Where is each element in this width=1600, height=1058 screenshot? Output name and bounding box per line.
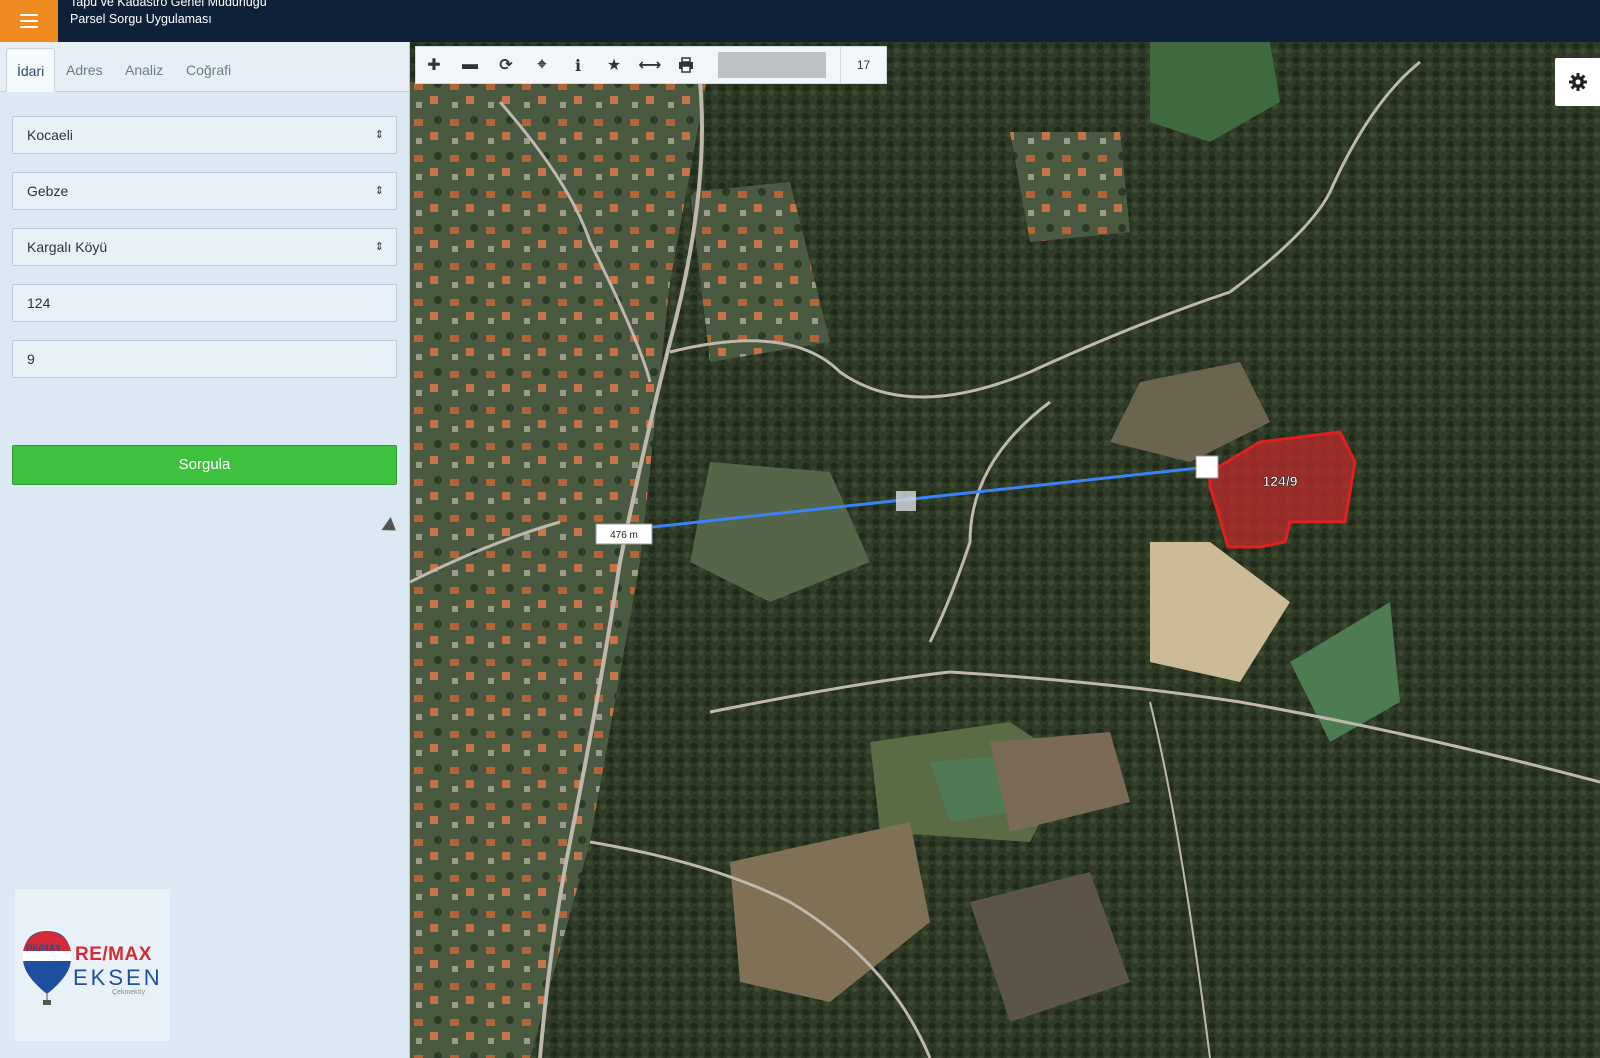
app-title-line2: Parsel Sorgu Uygulaması [70,12,212,26]
query-button[interactable]: Sorgula [12,445,397,485]
info-button[interactable]: i [560,47,596,83]
app-title: Tapu ve Kadastro Genel Müdürlüğü Parsel … [70,0,267,28]
measure-mid-handle[interactable] [896,491,916,511]
logo-sub-text: Çekmeköy [112,989,146,996]
district-value: Gebze [27,183,69,199]
measure-label: 476 m [610,530,638,541]
info-icon: i [574,55,582,75]
tab-adres[interactable]: Adres [56,48,113,92]
crosshair-icon: ⌖ [537,56,547,73]
district-select[interactable]: Gebze ⇕ [12,172,397,210]
print-button[interactable] [668,47,704,83]
refresh-icon: ⟳ [499,57,513,74]
favorite-button[interactable]: ★ [596,47,632,83]
settings-button[interactable] [1555,58,1600,106]
zoom-level: 17 [840,47,886,83]
select-arrows-icon: ⇕ [374,185,384,197]
village-area [1010,132,1130,242]
province-value: Kocaeli [27,127,73,143]
measure-end-handle[interactable] [1195,455,1219,479]
tab-idari[interactable]: İdari [6,48,56,92]
tab-cografi[interactable]: Coğrafi [176,48,241,92]
zoom-in-button[interactable]: ✚ [416,47,452,83]
agency-logo: RE/MAX RE/MAX EKSEN Çekmeköy [15,889,170,1041]
query-sidebar: İdari Adres Analiz Coğrafi Kocaeli ⇕ Geb… [0,42,410,1058]
satellite-map[interactable]: 476 m 124/9 [410,42,1600,1058]
menu-button[interactable] [0,0,58,42]
plus-icon: ✚ [427,57,441,74]
province-select[interactable]: Kocaeli ⇕ [12,116,397,154]
neighborhood-value: Kargalı Köyü [27,239,108,255]
top-header: Tapu ve Kadastro Genel Müdürlüğü Parsel … [0,0,1600,42]
minus-icon: ▬ [462,56,478,73]
zoom-out-button[interactable]: ▬ [452,47,488,83]
search-placeholder-bar[interactable] [718,52,826,78]
block-value: 124 [27,295,51,311]
tab-bar: İdari Adres Analiz Coğrafi [0,42,409,92]
map-toolbar: ✚ ▬ ⟳ ⌖ i ★ ⟷ 17 [415,46,887,84]
select-arrows-icon: ⇕ [374,241,384,253]
logo-badge-text: RE/MAX [26,943,62,953]
measure-button[interactable]: ⟷ [632,47,668,83]
block-input[interactable]: 124 [12,284,397,322]
print-icon [679,57,693,73]
parcel-value: 9 [27,351,35,367]
measure-icon: ⟷ [638,57,662,74]
gear-icon [1568,73,1587,91]
parcel-label: 124/9 [1262,473,1297,489]
map-canvas[interactable]: 476 m 124/9 [410,42,1600,1058]
refresh-button[interactable]: ⟳ [488,47,524,83]
select-arrows-icon: ⇕ [374,129,384,141]
locate-button[interactable]: ⌖ [524,47,560,83]
tab-analiz[interactable]: Analiz [115,48,173,92]
app-title-line1: Tapu ve Kadastro Genel Müdürlüğü [70,0,267,9]
neighborhood-select[interactable]: Kargalı Köyü ⇕ [12,228,397,266]
hamburger-icon [20,14,38,28]
parcel-input[interactable]: 9 [12,340,397,378]
star-icon: ★ [606,57,622,74]
logo-brand-text: RE/MAX [75,944,152,965]
logo-office-text: EKSEN [73,965,163,990]
mouse-cursor-icon [381,517,401,537]
